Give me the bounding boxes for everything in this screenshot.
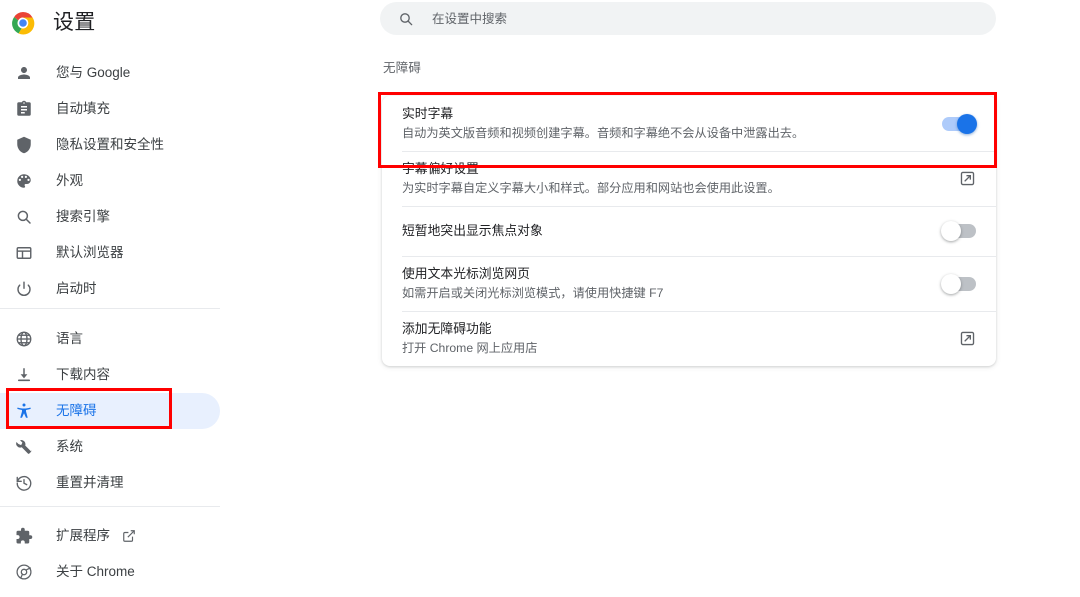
- sidebar-item-label: 搜索引擎: [56, 209, 110, 224]
- settings-sidebar: 设置 您与 Google 自动填充 隐私设置和安全性 外观 搜索引擎 默认浏览器…: [0, 0, 260, 597]
- row-subtitle: 打开 Chrome 网上应用店: [402, 341, 538, 355]
- sidebar-item-privacy-security[interactable]: 隐私设置和安全性: [0, 127, 220, 163]
- sidebar-item-label: 系统: [56, 439, 83, 454]
- sidebar-item-system[interactable]: 系统: [0, 429, 220, 465]
- external-link-icon[interactable]: [959, 330, 976, 347]
- row-text: 短暂地突出显示焦点对象: [402, 213, 920, 249]
- setting-row-caret-browsing[interactable]: 使用文本光标浏览网页 如需开启或关闭光标浏览模式，请使用快捷键 F7: [382, 256, 996, 311]
- focus-highlight-toggle[interactable]: [941, 221, 976, 241]
- sidebar-item-about-chrome[interactable]: 关于 Chrome: [0, 554, 220, 590]
- setting-row-add-accessibility-features[interactable]: 添加无障碍功能 打开 Chrome 网上应用店: [382, 311, 996, 366]
- sidebar-item-you-and-google[interactable]: 您与 Google: [0, 55, 220, 91]
- sidebar-item-label: 重置并清理: [56, 475, 124, 490]
- settings-main-content: 无障碍 实时字幕 自动为英文版音频和视频创建字幕。音频和字幕绝不会从设备中泄露出…: [260, 0, 1080, 597]
- accessibility-settings-card: 实时字幕 自动为英文版音频和视频创建字幕。音频和字幕绝不会从设备中泄露出去。 字…: [382, 96, 996, 366]
- globe-icon: [14, 329, 34, 349]
- setting-row-live-caption[interactable]: 实时字幕 自动为英文版音频和视频创建字幕。音频和字幕绝不会从设备中泄露出去。: [382, 96, 996, 151]
- sidebar-item-label: 您与 Google: [56, 65, 131, 80]
- row-subtitle: 如需开启或关闭光标浏览模式，请使用快捷键 F7: [402, 286, 664, 300]
- sidebar-item-accessibility[interactable]: 无障碍: [0, 393, 220, 429]
- sidebar-item-label: 扩展程序: [56, 528, 110, 543]
- row-title: 实时字幕: [402, 106, 454, 121]
- clipboard-icon: [14, 99, 34, 119]
- row-control: [936, 221, 976, 241]
- toggle-knob: [957, 113, 977, 134]
- browser-window-icon: [14, 243, 34, 263]
- chrome-logo-icon: [11, 11, 35, 35]
- sidebar-divider: [0, 308, 220, 309]
- search-input[interactable]: [432, 11, 980, 26]
- sidebar-item-reset-cleanup[interactable]: 重置并清理: [0, 465, 220, 501]
- power-icon: [14, 279, 34, 299]
- row-text: 使用文本光标浏览网页 如需开启或关闭光标浏览模式，请使用快捷键 F7: [402, 256, 920, 311]
- search-bar[interactable]: [380, 2, 996, 35]
- sidebar-brand-row: 设置: [0, 0, 95, 46]
- sidebar-item-label: 自动填充: [56, 101, 110, 116]
- chrome-outline-icon: [14, 562, 34, 582]
- sidebar-item-label: 语言: [56, 331, 83, 346]
- page-title: 设置: [53, 11, 96, 34]
- toggle-knob: [941, 273, 961, 294]
- row-text: 添加无障碍功能 打开 Chrome 网上应用店: [402, 311, 920, 366]
- sidebar-item-label: 关于 Chrome: [56, 564, 135, 579]
- sidebar-divider: [0, 506, 220, 507]
- sidebar-item-label: 默认浏览器: [56, 245, 124, 260]
- sidebar-item-extensions[interactable]: 扩展程序: [0, 518, 220, 554]
- row-title: 使用文本光标浏览网页: [402, 266, 530, 281]
- sidebar-item-downloads[interactable]: 下载内容: [0, 357, 220, 393]
- row-control: [936, 273, 976, 294]
- row-title: 短暂地突出显示焦点对象: [402, 223, 543, 238]
- puzzle-icon: [14, 526, 34, 546]
- person-icon: [14, 63, 34, 83]
- setting-row-caption-preferences[interactable]: 字幕偏好设置 为实时字幕自定义字幕大小和样式。部分应用和网站也会使用此设置。: [382, 151, 996, 206]
- caret-browsing-toggle[interactable]: [941, 273, 976, 294]
- sidebar-item-label: 下载内容: [56, 367, 110, 382]
- search-icon: [14, 207, 34, 227]
- sidebar-item-autofill[interactable]: 自动填充: [0, 91, 220, 127]
- external-link-icon[interactable]: [122, 529, 136, 543]
- sidebar-item-label: 隐私设置和安全性: [56, 137, 164, 152]
- sidebar-item-search-engine[interactable]: 搜索引擎: [0, 199, 220, 235]
- palette-icon: [14, 171, 34, 191]
- row-control: [936, 113, 977, 134]
- sidebar-item-default-browser[interactable]: 默认浏览器: [0, 235, 220, 271]
- section-title: 无障碍: [383, 61, 422, 75]
- wrench-icon: [14, 437, 34, 457]
- row-subtitle: 为实时字幕自定义字幕大小和样式。部分应用和网站也会使用此设置。: [402, 181, 780, 195]
- row-control: [936, 330, 976, 347]
- live-caption-toggle[interactable]: [942, 113, 977, 134]
- row-subtitle: 自动为英文版音频和视频创建字幕。音频和字幕绝不会从设备中泄露出去。: [402, 126, 805, 140]
- row-control: [936, 170, 976, 187]
- sidebar-group-footer: 扩展程序 关于 Chrome: [0, 518, 260, 590]
- row-title: 添加无障碍功能: [402, 321, 492, 336]
- accessibility-icon: [14, 401, 34, 421]
- row-title: 字幕偏好设置: [402, 161, 479, 176]
- external-link-icon[interactable]: [959, 170, 976, 187]
- sidebar-item-on-startup[interactable]: 启动时: [0, 271, 220, 307]
- sidebar-item-languages[interactable]: 语言: [0, 321, 220, 357]
- sidebar-group-advanced: 语言 下载内容 无障碍 系统 重置并清理: [0, 321, 260, 501]
- restore-icon: [14, 473, 34, 493]
- sidebar-item-label: 启动时: [56, 281, 97, 296]
- shield-icon: [14, 135, 34, 155]
- sidebar-item-label: 无障碍: [56, 403, 97, 418]
- row-text: 字幕偏好设置 为实时字幕自定义字幕大小和样式。部分应用和网站也会使用此设置。: [402, 151, 920, 206]
- toggle-knob: [941, 221, 961, 241]
- download-icon: [14, 365, 34, 385]
- row-text: 实时字幕 自动为英文版音频和视频创建字幕。音频和字幕绝不会从设备中泄露出去。: [402, 96, 920, 151]
- sidebar-item-appearance[interactable]: 外观: [0, 163, 220, 199]
- search-icon: [398, 11, 414, 27]
- sidebar-item-label: 外观: [56, 173, 83, 188]
- setting-row-focus-highlight[interactable]: 短暂地突出显示焦点对象: [382, 206, 996, 256]
- sidebar-group-primary: 您与 Google 自动填充 隐私设置和安全性 外观 搜索引擎 默认浏览器 启动…: [0, 55, 260, 307]
